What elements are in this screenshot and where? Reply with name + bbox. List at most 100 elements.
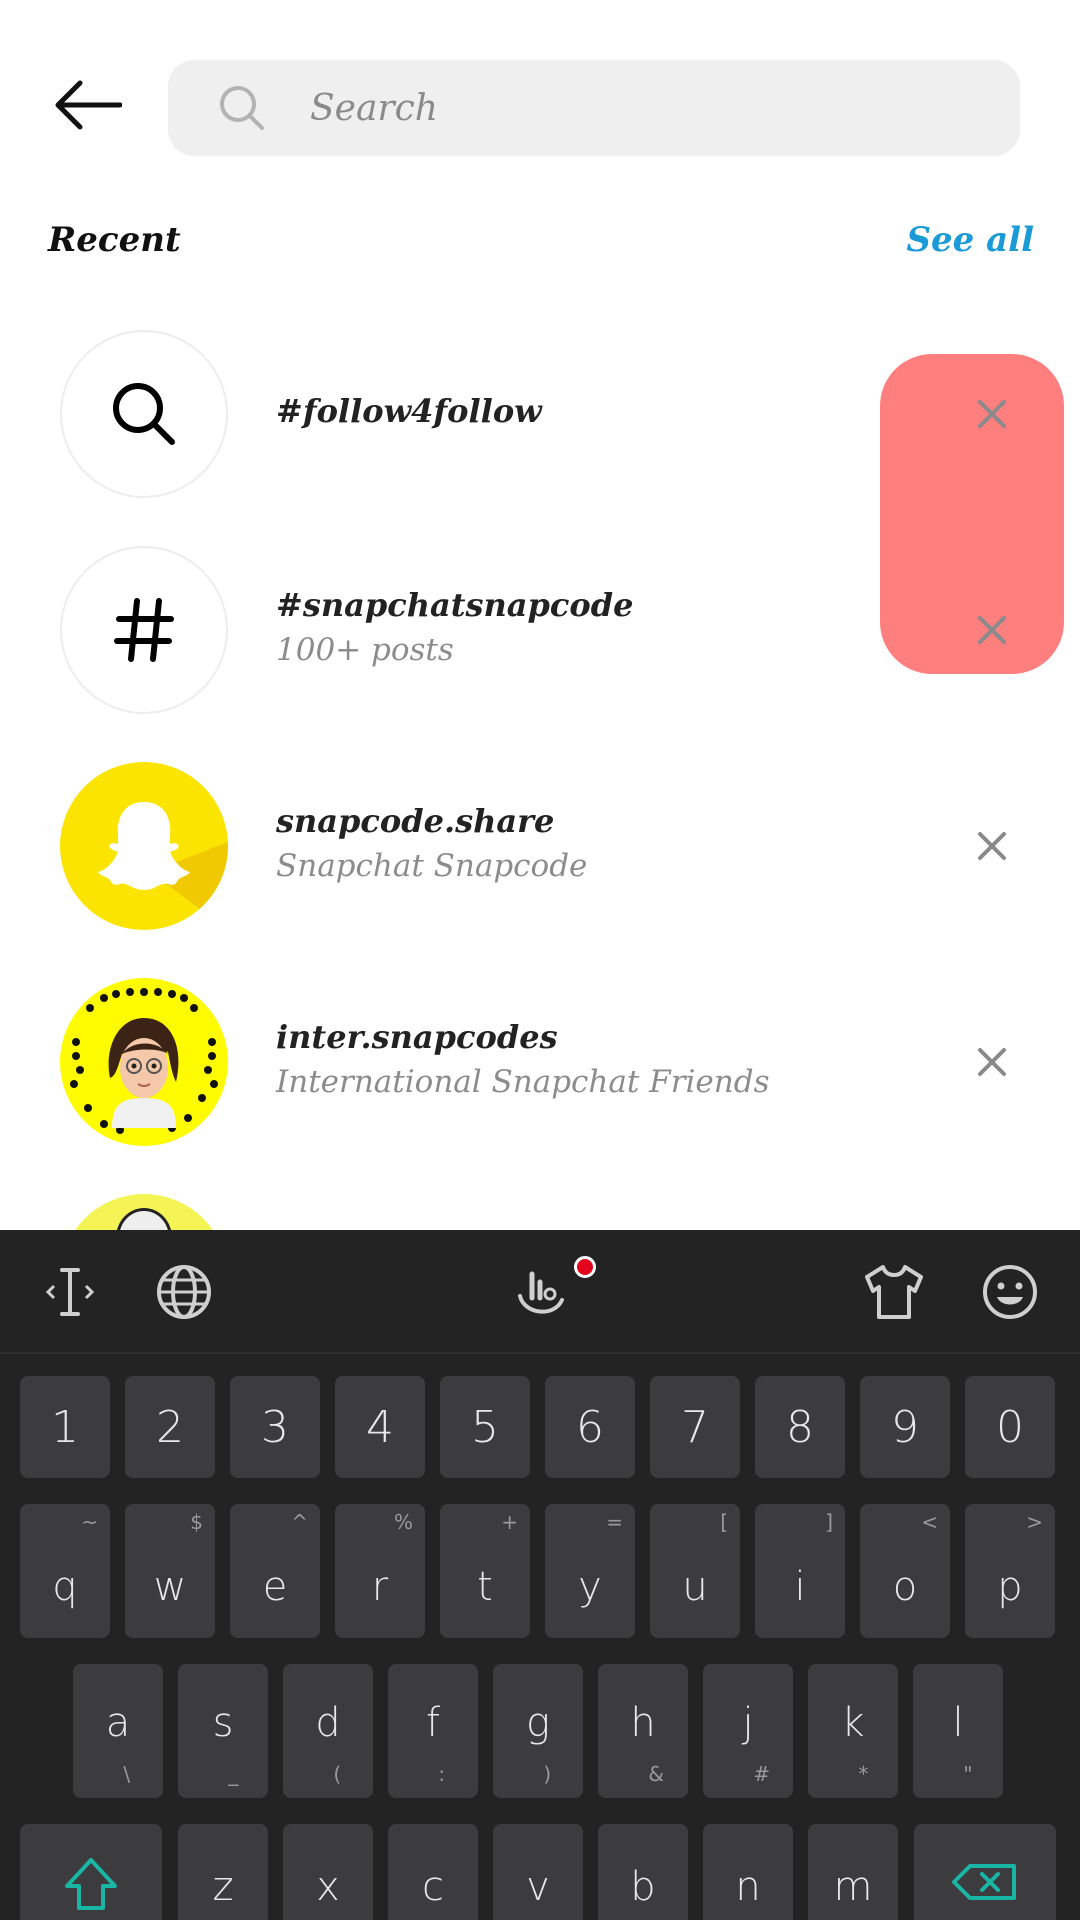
emoji-button[interactable] bbox=[978, 1260, 1042, 1324]
key-p[interactable]: > p bbox=[965, 1504, 1055, 1638]
remove-button[interactable] bbox=[966, 1036, 1018, 1088]
key-n[interactable]: n bbox=[703, 1824, 793, 1920]
hashtag-icon bbox=[114, 598, 174, 662]
key-j[interactable]: j # bbox=[703, 1664, 793, 1798]
notification-dot bbox=[574, 1256, 596, 1278]
search-icon bbox=[113, 383, 175, 445]
backspace-key[interactable] bbox=[914, 1824, 1056, 1920]
key-4[interactable]: 4 bbox=[335, 1376, 425, 1478]
key-y[interactable]: = y bbox=[545, 1504, 635, 1638]
emoji-icon bbox=[983, 1265, 1037, 1319]
key-label: f bbox=[425, 1700, 441, 1746]
hashtag-avatar bbox=[60, 546, 228, 714]
recent-item-snapcode-share[interactable]: snapcode.share Snapchat Snapcode bbox=[0, 748, 1080, 948]
shift-key[interactable] bbox=[20, 1824, 162, 1920]
key-label: s bbox=[212, 1700, 234, 1746]
remove-button[interactable] bbox=[966, 820, 1018, 872]
key-b[interactable]: b bbox=[598, 1824, 688, 1920]
key-e[interactable]: ^ e bbox=[230, 1504, 320, 1638]
key-3[interactable]: 3 bbox=[230, 1376, 320, 1478]
key-v[interactable]: v bbox=[493, 1824, 583, 1920]
key-9[interactable]: 9 bbox=[860, 1376, 950, 1478]
key-alt-label: & bbox=[648, 1762, 664, 1786]
key-g[interactable]: g) bbox=[493, 1664, 583, 1798]
key-8[interactable]: 8 bbox=[755, 1376, 845, 1478]
key-label: 3 bbox=[261, 1402, 289, 1453]
theme-button[interactable] bbox=[862, 1260, 926, 1324]
item-title: inter.snapcodes bbox=[276, 1018, 558, 1056]
remove-button[interactable] bbox=[966, 604, 1018, 656]
key-alt-label: [ bbox=[720, 1510, 728, 1534]
key-a[interactable]: a \ bbox=[73, 1664, 163, 1798]
key-alt-label: % bbox=[393, 1510, 413, 1534]
key-label: q bbox=[52, 1564, 78, 1610]
shift-icon bbox=[65, 1858, 117, 1910]
key-s[interactable]: s _ bbox=[178, 1664, 268, 1798]
voice-gesture-icon bbox=[518, 1271, 564, 1314]
key-t[interactable]: + t bbox=[440, 1504, 530, 1638]
key-l[interactable]: l " bbox=[913, 1664, 1003, 1798]
key-label: t bbox=[477, 1564, 493, 1610]
key-label: d bbox=[315, 1700, 341, 1746]
key-x[interactable]: x bbox=[283, 1824, 373, 1920]
key-h[interactable]: h & bbox=[598, 1664, 688, 1798]
bitmoji-snapcode-avatar bbox=[60, 978, 228, 1146]
snapchat-ghost-avatar bbox=[60, 762, 228, 930]
key-k[interactable]: k * bbox=[808, 1664, 898, 1798]
key-z[interactable]: z bbox=[178, 1824, 268, 1920]
globe-icon bbox=[157, 1265, 211, 1319]
key-label: 0 bbox=[996, 1402, 1024, 1453]
close-icon bbox=[978, 832, 1006, 860]
key-alt-label: : bbox=[438, 1762, 446, 1786]
key-alt-label: ] bbox=[825, 1510, 833, 1534]
key-label: r bbox=[371, 1564, 389, 1610]
key-label: b bbox=[630, 1864, 656, 1910]
key-u[interactable]: [u bbox=[650, 1504, 740, 1638]
recent-item-hashtag[interactable]: #snapchatsnapcode 100+ posts bbox=[0, 532, 1080, 732]
key-label: e bbox=[262, 1564, 288, 1610]
item-title: #snapchatsnapcode bbox=[276, 586, 634, 624]
search-icon bbox=[220, 86, 264, 130]
close-icon bbox=[978, 616, 1006, 644]
key-1[interactable]: 1 bbox=[20, 1376, 110, 1478]
key-label: a bbox=[105, 1700, 131, 1746]
key-alt-label: = bbox=[606, 1510, 623, 1534]
key-d[interactable]: d( bbox=[283, 1664, 373, 1798]
key-alt-label: $ bbox=[190, 1510, 203, 1534]
see-all-link[interactable]: See all bbox=[906, 220, 1034, 260]
key-label: 2 bbox=[156, 1402, 184, 1453]
key-o[interactable]: < o bbox=[860, 1504, 950, 1638]
key-i[interactable]: ] i bbox=[755, 1504, 845, 1638]
key-w[interactable]: $ w bbox=[125, 1504, 215, 1638]
recent-item-inter-snapcodes[interactable]: inter.snapcodes International Snapchat F… bbox=[0, 964, 1080, 1164]
language-button[interactable] bbox=[152, 1260, 216, 1324]
key-alt-label: # bbox=[753, 1762, 771, 1786]
key-0[interactable]: 0 bbox=[965, 1376, 1055, 1478]
key-label: g bbox=[525, 1700, 550, 1746]
key-5[interactable]: 5 bbox=[440, 1376, 530, 1478]
key-label: y bbox=[578, 1564, 602, 1610]
back-button[interactable] bbox=[44, 70, 130, 140]
search-bar[interactable] bbox=[168, 60, 1020, 156]
remove-button[interactable] bbox=[966, 388, 1018, 440]
key-m[interactable]: m bbox=[808, 1824, 898, 1920]
key-alt-label: * bbox=[858, 1762, 869, 1786]
recent-header: Recent See all bbox=[48, 220, 1034, 276]
close-icon bbox=[978, 1048, 1006, 1076]
key-f[interactable]: f: bbox=[388, 1664, 478, 1798]
key-7[interactable]: 7 bbox=[650, 1376, 740, 1478]
recent-item-search[interactable]: #follow4follow bbox=[0, 316, 1080, 516]
key-2[interactable]: 2 bbox=[125, 1376, 215, 1478]
key-r[interactable]: % r bbox=[335, 1504, 425, 1638]
cursor-button[interactable] bbox=[38, 1260, 102, 1324]
key-label: u bbox=[682, 1564, 708, 1610]
backspace-icon bbox=[952, 1864, 1016, 1900]
key-c[interactable]: c bbox=[388, 1824, 478, 1920]
key-q[interactable]: ~ q bbox=[20, 1504, 110, 1638]
voice-gesture-button[interactable] bbox=[508, 1260, 572, 1324]
key-label: h bbox=[630, 1700, 656, 1746]
key-label: n bbox=[735, 1864, 761, 1910]
key-6[interactable]: 6 bbox=[545, 1376, 635, 1478]
key-alt-label: ( bbox=[333, 1762, 342, 1786]
search-input[interactable] bbox=[310, 60, 970, 156]
